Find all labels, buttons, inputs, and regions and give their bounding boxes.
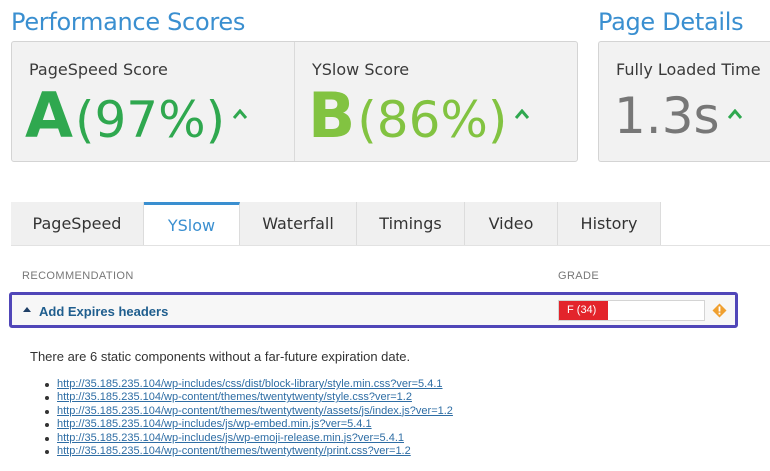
yslow-score-label: YSlow Score	[312, 60, 410, 79]
performance-scores-panel: PageSpeed Score A (97%) YSlow Score B (8…	[11, 41, 578, 162]
list-item: http://35.185.235.104/wp-content/themes/…	[44, 445, 453, 458]
diamond-warning-icon	[712, 303, 727, 318]
component-link[interactable]: http://35.185.235.104/wp-includes/js/wp-…	[57, 432, 404, 444]
pagespeed-grade: A	[25, 79, 73, 152]
tab-waterfall[interactable]: Waterfall	[240, 202, 357, 245]
collapse-arrow-icon[interactable]	[23, 307, 31, 312]
chevron-up-icon	[727, 109, 742, 119]
report-tabs: PageSpeed YSlow Waterfall Timings Video …	[11, 202, 661, 245]
yslow-grade: B	[308, 79, 356, 152]
component-link[interactable]: http://35.185.235.104/wp-content/themes/…	[57, 391, 412, 403]
performance-scores-title: Performance Scores	[11, 8, 246, 36]
pagespeed-score-label: PageSpeed Score	[29, 60, 168, 79]
recommendation-row[interactable]: Add Expires headers F (34)	[9, 292, 738, 328]
list-item: http://35.185.235.104/wp-content/themes/…	[44, 391, 453, 404]
fully-loaded-time-label: Fully Loaded Time	[616, 60, 761, 79]
recommendation-name[interactable]: Add Expires headers	[39, 304, 168, 319]
pagespeed-percent: (97%)	[74, 91, 226, 149]
tabs-divider	[11, 245, 770, 246]
list-item: http://35.185.235.104/wp-content/themes/…	[44, 405, 453, 418]
list-item: http://35.185.235.104/wp-includes/css/di…	[44, 378, 453, 391]
grade-bar: F (34)	[558, 300, 705, 321]
page-details-title: Page Details	[598, 8, 744, 36]
recommendation-summary: There are 6 static components without a …	[30, 349, 411, 364]
tab-pagespeed[interactable]: PageSpeed	[11, 202, 144, 245]
list-item: http://35.185.235.104/wp-includes/js/wp-…	[44, 432, 453, 445]
component-link[interactable]: http://35.185.235.104/wp-content/themes/…	[57, 405, 453, 417]
tab-timings[interactable]: Timings	[357, 202, 465, 245]
static-components-list: http://35.185.235.104/wp-includes/css/di…	[44, 378, 453, 458]
fully-loaded-time-value: 1.3s	[614, 87, 720, 145]
grade-column-header: GRADE	[558, 270, 600, 282]
chevron-up-icon	[233, 109, 248, 119]
tab-video[interactable]: Video	[465, 202, 558, 245]
page-details-panel: Fully Loaded Time 1.3s	[598, 41, 770, 162]
tab-history[interactable]: History	[558, 202, 661, 245]
pagespeed-score-card: PageSpeed Score A (97%)	[12, 42, 295, 161]
yslow-score-card: YSlow Score B (86%)	[295, 42, 578, 161]
component-link[interactable]: http://35.185.235.104/wp-content/themes/…	[57, 445, 411, 457]
component-link[interactable]: http://35.185.235.104/wp-includes/js/wp-…	[57, 418, 372, 430]
yslow-percent: (86%)	[357, 91, 508, 149]
tab-yslow[interactable]: YSlow	[144, 202, 240, 245]
chevron-up-icon	[515, 109, 530, 119]
component-link[interactable]: http://35.185.235.104/wp-includes/css/di…	[57, 378, 443, 390]
grade-bar-fill: F (34)	[559, 301, 609, 320]
recommendation-column-header: RECOMMENDATION	[22, 270, 134, 282]
list-item: http://35.185.235.104/wp-includes/js/wp-…	[44, 418, 453, 431]
